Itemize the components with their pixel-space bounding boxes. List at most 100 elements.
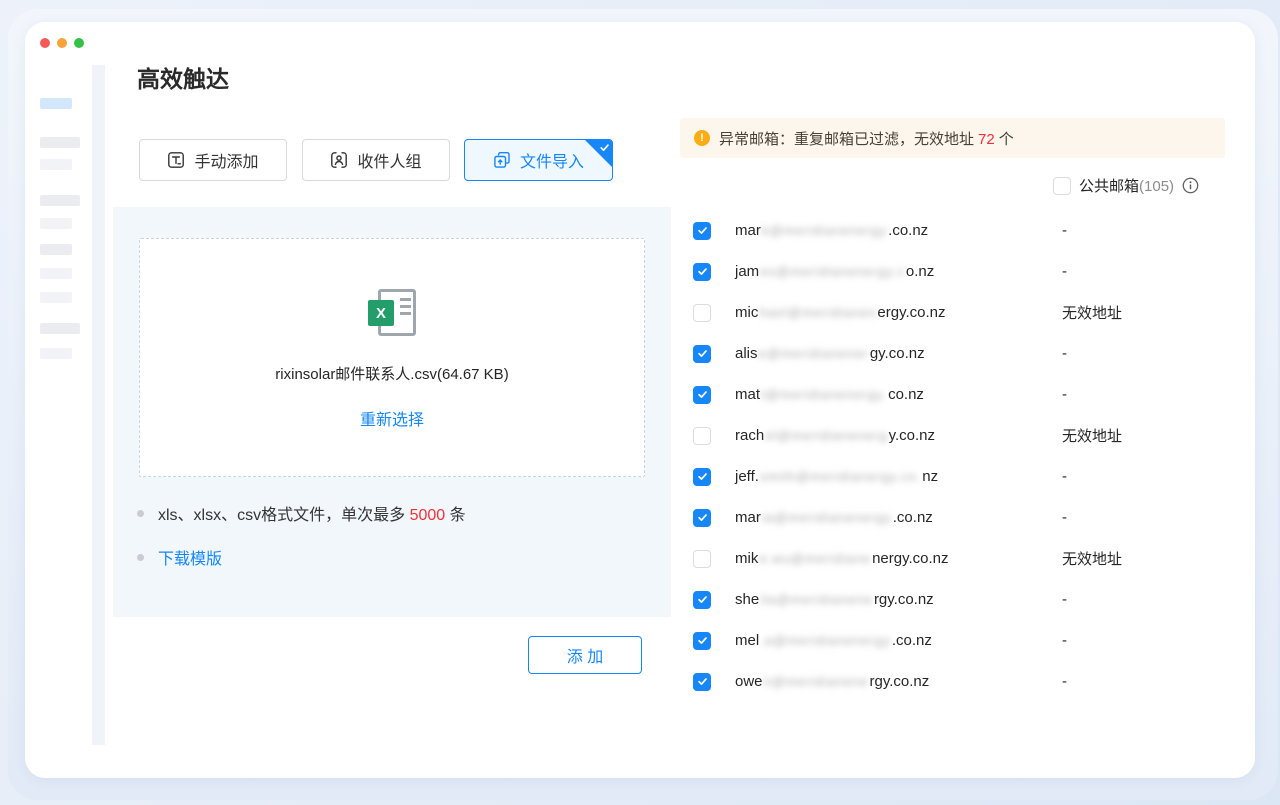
email-address: mike.wu@meridianenergy.co.nz <box>735 550 949 567</box>
zoom-window-icon[interactable] <box>74 38 84 48</box>
email-suffix: nergy.co.nz <box>872 550 948 567</box>
email-checkbox[interactable] <box>693 632 711 650</box>
email-status: - <box>1062 509 1067 526</box>
email-row: maria@meridianenergy.co.nz - <box>693 497 1233 538</box>
tab-recipient-group[interactable]: 收件人组 <box>302 139 450 181</box>
email-address: mel.a@meridianenergy.co.nz <box>735 632 932 649</box>
tab-manual-add[interactable]: 手动添加 <box>139 139 287 181</box>
add-button[interactable]: 添 加 <box>528 636 642 674</box>
alert-text: 异常邮箱：重复邮箱已过滤，无效地址72个 <box>719 128 1014 149</box>
email-masked-segment: ila@meridianene <box>760 592 873 607</box>
email-masked-segment: .a@meridianenergy <box>760 633 891 648</box>
sidebar-item[interactable] <box>40 195 80 206</box>
reselect-link[interactable]: 重新选择 <box>360 406 424 430</box>
email-checkbox[interactable] <box>693 673 711 691</box>
email-row: michael@meridianenergy.co.nz 无效地址 <box>693 292 1233 333</box>
check-icon <box>697 348 708 359</box>
selected-check-icon <box>599 142 610 153</box>
email-checkbox[interactable] <box>693 263 711 281</box>
text-add-icon <box>167 151 185 169</box>
email-row: mark@meridianenergy.co.nz - <box>693 210 1233 251</box>
email-masked-segment: n@meridianene <box>764 674 869 689</box>
email-suffix: nz <box>922 468 938 485</box>
email-masked-segment: es@meridianenergy.c <box>760 264 905 279</box>
email-prefix: jeff. <box>735 468 759 485</box>
email-prefix: mat <box>735 386 760 403</box>
email-row: owen@meridianenergy.co.nz - <box>693 661 1233 702</box>
template-download-row: 下载模版 <box>137 545 222 569</box>
email-checkbox[interactable] <box>693 222 711 240</box>
email-prefix: mel <box>735 632 759 649</box>
email-checkbox[interactable] <box>693 550 711 568</box>
page-title: 高效触达 <box>137 60 229 94</box>
email-address: michael@meridianenergy.co.nz <box>735 304 946 321</box>
sidebar-item[interactable] <box>40 292 72 303</box>
email-prefix: she <box>735 591 759 608</box>
email-checkbox[interactable] <box>693 591 711 609</box>
email-address: sheila@meridianenergy.co.nz <box>735 591 934 608</box>
email-suffix: rgy.co.nz <box>870 673 930 690</box>
upload-dropzone[interactable]: X rixinsolar邮件联系人.csv(64.67 KB) 重新选择 <box>139 238 645 477</box>
email-address: jeff.smith@meridianergy.co.nz <box>735 468 938 485</box>
file-import-panel: X rixinsolar邮件联系人.csv(64.67 KB) 重新选择 xls… <box>113 207 671 617</box>
email-status: - <box>1062 591 1067 608</box>
email-masked-segment: hael@meridianen <box>759 305 876 320</box>
public-mailbox-label: 公共邮箱(105) <box>1079 175 1174 196</box>
check-icon <box>697 389 708 400</box>
tab-label: 收件人组 <box>357 148 421 172</box>
minimize-window-icon[interactable] <box>57 38 67 48</box>
email-row: matt@meridianenergy.co.nz - <box>693 374 1233 415</box>
email-row: mel.a@meridianenergy.co.nz - <box>693 620 1233 661</box>
recipient-group-icon <box>330 151 348 169</box>
email-status: 无效地址 <box>1062 302 1122 323</box>
email-suffix: .co.nz <box>893 509 933 526</box>
email-checkbox[interactable] <box>693 304 711 322</box>
format-note: xls、xlsx、csv格式文件，单次最多 5000 条 <box>137 501 466 525</box>
sidebar-item[interactable] <box>40 159 72 170</box>
email-checkbox[interactable] <box>693 509 711 527</box>
email-suffix: co.nz <box>888 386 924 403</box>
check-icon <box>697 512 708 523</box>
sidebar-item[interactable] <box>40 244 72 255</box>
tab-file-import[interactable]: 文件导入 <box>464 139 613 181</box>
sidebar-item-active[interactable] <box>40 98 72 109</box>
email-status: - <box>1062 345 1067 362</box>
sidebar-item[interactable] <box>40 348 72 359</box>
public-mailbox-checkbox[interactable] <box>1053 177 1071 195</box>
email-status: - <box>1062 468 1067 485</box>
email-status: - <box>1062 222 1067 239</box>
email-checkbox[interactable] <box>693 427 711 445</box>
email-prefix: mar <box>735 222 761 239</box>
email-masked-segment: e.wu@meridiane <box>759 551 871 566</box>
email-suffix: .co.nz <box>892 632 932 649</box>
email-prefix: owe <box>735 673 763 690</box>
email-row: sheila@meridianenergy.co.nz - <box>693 579 1233 620</box>
email-checkbox[interactable] <box>693 345 711 363</box>
email-prefix: rach <box>735 427 764 444</box>
sidebar-item[interactable] <box>40 268 72 279</box>
check-icon <box>697 266 708 277</box>
check-icon <box>697 225 708 236</box>
check-icon <box>697 635 708 646</box>
email-status: - <box>1062 632 1067 649</box>
download-template-link[interactable]: 下载模版 <box>158 545 222 569</box>
email-checkbox[interactable] <box>693 386 711 404</box>
abnormal-mailbox-alert: ! 异常邮箱：重复邮箱已过滤，无效地址72个 <box>680 118 1225 158</box>
bullet-dot-icon <box>137 554 144 561</box>
sidebar-item[interactable] <box>40 323 80 334</box>
max-count: 5000 <box>410 507 446 524</box>
check-icon <box>697 594 708 605</box>
sidebar-item[interactable] <box>40 218 72 229</box>
tab-label: 手动添加 <box>194 148 258 172</box>
email-checkbox[interactable] <box>693 468 711 486</box>
sidebar-item[interactable] <box>40 137 80 148</box>
email-address: james@meridianenergy.co.nz <box>735 263 934 280</box>
close-window-icon[interactable] <box>40 38 50 48</box>
email-status: - <box>1062 386 1067 403</box>
email-masked-segment: el@meridianenerg <box>765 428 887 443</box>
email-address: maria@meridianenergy.co.nz <box>735 509 933 526</box>
email-status: 无效地址 <box>1062 548 1122 569</box>
check-icon <box>697 676 708 687</box>
info-icon[interactable] <box>1182 177 1199 194</box>
email-prefix: alis <box>735 345 758 362</box>
